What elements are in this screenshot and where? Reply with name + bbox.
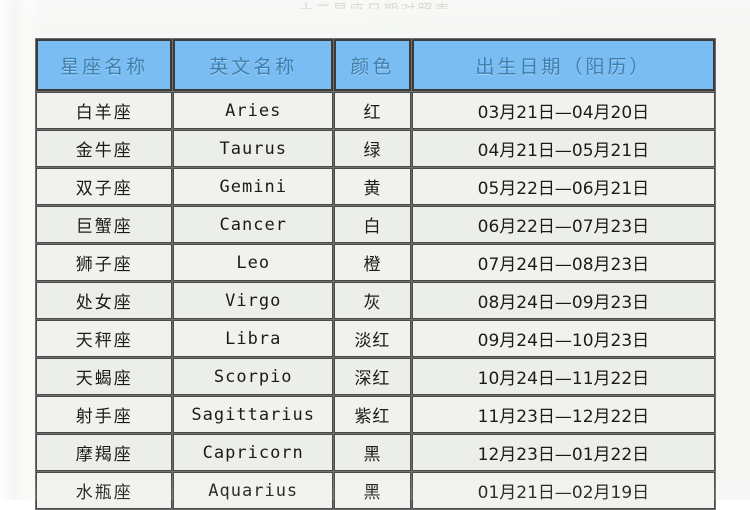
table-header-row: 星座名称 英文名称 颜色 出生日期（阳历） (36, 39, 715, 91)
table-row: 双子座 Gemini 黄 05月22日—06月21日 (36, 168, 715, 205)
column-header-date: 出生日期（阳历） (411, 39, 715, 91)
cell-birth-date: 12月23日—01月22日 (411, 434, 715, 471)
table-row: 摩羯座 Capricorn 黑 12月23日—01月22日 (36, 434, 715, 471)
cell-color: 淡红 (334, 320, 411, 357)
cell-birth-date: 01月21日—02月19日 (411, 472, 715, 509)
table-row: 天蝎座 Scorpio 深红 10月24日—11月22日 (36, 358, 715, 395)
cell-birth-date: 07月24日—08月23日 (411, 244, 715, 281)
table-header: 星座名称 英文名称 颜色 出生日期（阳历） (36, 39, 715, 91)
column-header-color: 颜色 (334, 39, 411, 91)
zodiac-reference-table: 星座名称 英文名称 颜色 出生日期（阳历） 白羊座 Aries 红 03月21日—04… (35, 38, 716, 510)
column-header-english: 英文名称 (173, 39, 334, 91)
cell-birth-date: 06月22日—07月23日 (411, 206, 715, 243)
cell-color: 白 (334, 206, 411, 243)
cell-color: 紫红 (334, 396, 411, 433)
clipped-page-title: 十二星座日期对照表 (0, 0, 750, 10)
cell-zodiac-name: 金牛座 (36, 130, 173, 167)
cell-color: 绿 (334, 130, 411, 167)
cell-birth-date: 08月24日—09月23日 (411, 282, 715, 319)
table-row: 天秤座 Libra 淡红 09月24日—10月23日 (36, 320, 715, 357)
cell-english-name: Aries (173, 92, 334, 129)
table-row: 巨蟹座 Cancer 白 06月22日—07月23日 (36, 206, 715, 243)
clipped-page-title-text: 十二星座日期对照表 (298, 3, 451, 10)
table-row: 水瓶座 Aquarius 黑 01月21日—02月19日 (36, 472, 715, 509)
cell-zodiac-name: 处女座 (36, 282, 173, 319)
cell-zodiac-name: 狮子座 (36, 244, 173, 281)
cell-color: 红 (334, 92, 411, 129)
cell-english-name: Capricorn (173, 434, 334, 471)
cell-english-name: Aquarius (173, 472, 334, 509)
cell-color: 黑 (334, 434, 411, 471)
cell-english-name: Scorpio (173, 358, 334, 395)
cell-zodiac-name: 白羊座 (36, 92, 173, 129)
cell-english-name: Cancer (173, 206, 334, 243)
cell-birth-date: 05月22日—06月21日 (411, 168, 715, 205)
cell-english-name: Virgo (173, 282, 334, 319)
cell-english-name: Gemini (173, 168, 334, 205)
cell-english-name: Libra (173, 320, 334, 357)
cell-birth-date: 09月24日—10月23日 (411, 320, 715, 357)
table-row: 金牛座 Taurus 绿 04月21日—05月21日 (36, 130, 715, 167)
cell-birth-date: 11月23日—12月22日 (411, 396, 715, 433)
cell-birth-date: 03月21日—04月20日 (411, 92, 715, 129)
cell-english-name: Sagittarius (173, 396, 334, 433)
cell-zodiac-name: 天秤座 (36, 320, 173, 357)
table-row: 白羊座 Aries 红 03月21日—04月20日 (36, 92, 715, 129)
cell-zodiac-name: 摩羯座 (36, 434, 173, 471)
table-row: 射手座 Sagittarius 紫红 11月23日—12月22日 (36, 396, 715, 433)
cell-english-name: Leo (173, 244, 334, 281)
cell-zodiac-name: 双子座 (36, 168, 173, 205)
cell-color: 橙 (334, 244, 411, 281)
cell-english-name: Taurus (173, 130, 334, 167)
cell-zodiac-name: 水瓶座 (36, 472, 173, 509)
cell-birth-date: 04月21日—05月21日 (411, 130, 715, 167)
cell-color: 黄 (334, 168, 411, 205)
table-row: 处女座 Virgo 灰 08月24日—09月23日 (36, 282, 715, 319)
table-row: 狮子座 Leo 橙 07月24日—08月23日 (36, 244, 715, 281)
cell-zodiac-name: 射手座 (36, 396, 173, 433)
cell-color: 灰 (334, 282, 411, 319)
page-canvas: 十二星座日期对照表 星座名称 英文名称 颜色 出生日期（阳历） 白羊座Aries… (0, 0, 750, 510)
table-body: 白羊座 Aries 红 03月21日—04月20日 金牛座 Taurus 绿 04月21日—0… (36, 92, 715, 509)
column-header-name: 星座名称 (36, 39, 173, 91)
cell-color: 深红 (334, 358, 411, 395)
cell-zodiac-name: 天蝎座 (36, 358, 173, 395)
cell-birth-date: 10月24日—11月22日 (411, 358, 715, 395)
cell-color: 黑 (334, 472, 411, 509)
cell-zodiac-name: 巨蟹座 (36, 206, 173, 243)
